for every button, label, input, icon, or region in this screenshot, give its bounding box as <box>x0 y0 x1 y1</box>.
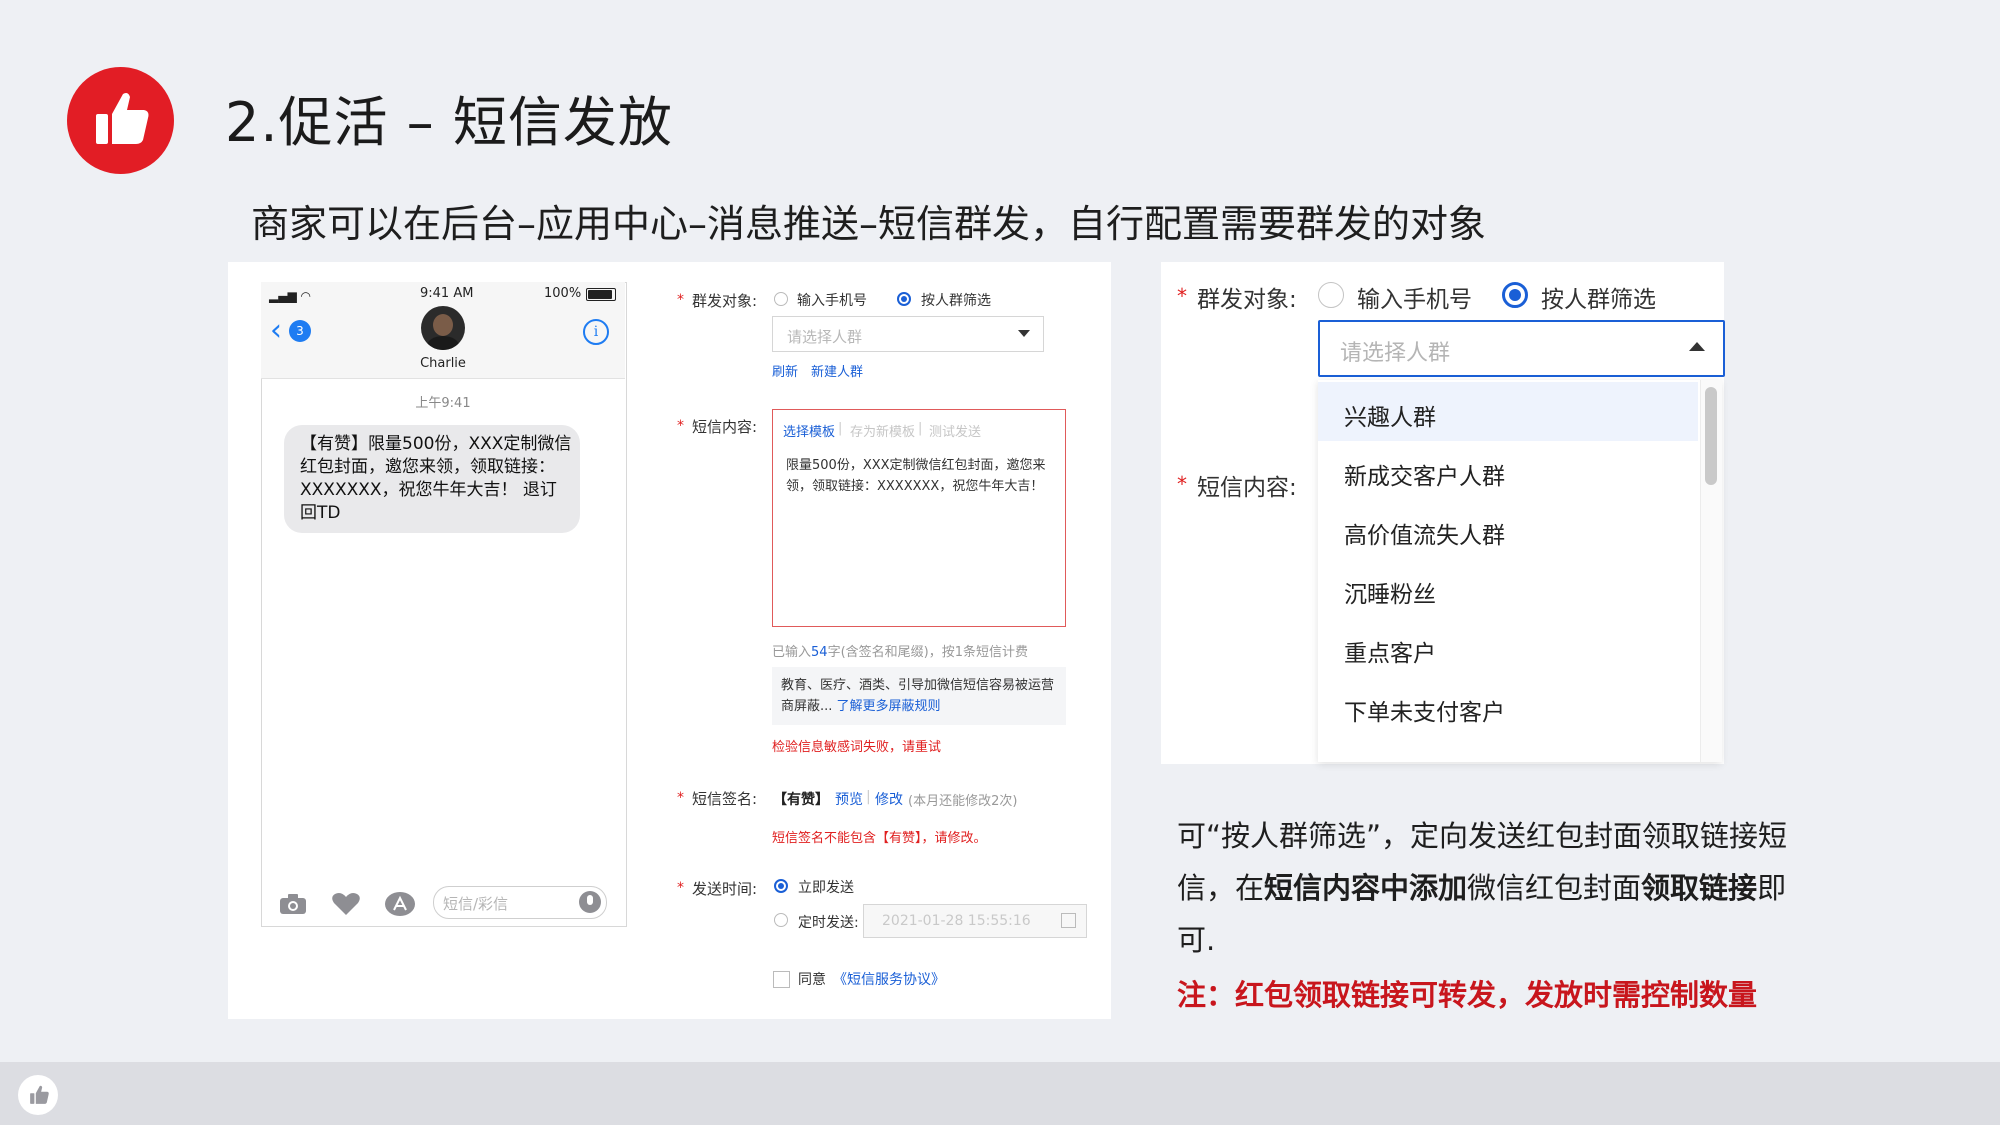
thumbs-up-icon <box>30 1085 49 1104</box>
agree-label: 同意 <box>798 972 826 988</box>
microphone-icon[interactable] <box>579 891 601 913</box>
required-asterisk: * <box>677 880 684 896</box>
signal-wifi-icon: ▂▄▆ ◠ <box>269 289 311 303</box>
page-title: 2.促活 – 短信发放 <box>225 91 673 154</box>
choose-template-link[interactable]: 选择模板 <box>783 421 835 440</box>
send-time-label: 发送时间: <box>692 880 758 898</box>
sms-content-text: 限量500份，XXX定制微信红包封面，邀您来领，领取链接：XXXXXXX，祝您牛… <box>786 458 1046 494</box>
thumbs-up-logo <box>67 67 174 174</box>
r-radio-phone-label: 输入手机号 <box>1357 287 1472 313</box>
chevron-down-icon <box>1018 330 1030 337</box>
sms-input-placeholder: 短信/彩信 <box>443 895 509 913</box>
date-placeholder: 2021-01-28 15:55:16 <box>882 913 1031 929</box>
signature-label: 短信签名: <box>692 790 758 808</box>
new-crowd-link[interactable]: 新建人群 <box>811 361 863 380</box>
signature-edit-link[interactable]: 修改 <box>875 789 903 809</box>
radio-scheduled[interactable] <box>774 913 788 927</box>
footer-logo <box>18 1075 58 1115</box>
required-asterisk: * <box>1177 472 1187 496</box>
message-text: 【有赞】限量500份，XXX定制微信红包封面，邀您来领，领取链接：XXXXXXX… <box>300 434 572 523</box>
signature-preview-link[interactable]: 预览 <box>835 789 863 809</box>
app-store-icon[interactable] <box>384 891 416 917</box>
message-time: 上午9:41 <box>415 396 471 411</box>
radio-crowd[interactable] <box>897 292 911 306</box>
unread-badge: 3 <box>289 320 311 342</box>
info-icon[interactable]: i <box>583 319 609 345</box>
dropdown-scroll-thumb[interactable] <box>1705 387 1717 485</box>
r-crowd-select-placeholder: 请选择人群 <box>1340 341 1451 366</box>
signature-value: 【有赞】 <box>773 792 829 808</box>
signature-error: 短信签名不能包含【有赞】，请修改。 <box>772 831 987 846</box>
sms-content-textarea[interactable] <box>772 409 1066 627</box>
required-asterisk: * <box>677 418 684 434</box>
dropdown-option[interactable]: 新成交客户人群 <box>1318 441 1698 500</box>
r-radio-crowd-label: 按人群筛选 <box>1541 287 1656 313</box>
scheduled-label: 定时发送: <box>798 915 859 931</box>
agreement-link[interactable]: 《短信服务协议》 <box>833 969 945 989</box>
schedule-date-input[interactable]: 2021-01-28 15:55:16 <box>863 904 1087 938</box>
dropdown-option[interactable]: 高价值流失人群 <box>1318 500 1698 559</box>
page-subtitle: 商家可以在后台–应用中心–消息推送–短信群发，自行配置需要群发的对象 <box>251 202 1487 246</box>
calendar-icon <box>1061 913 1076 928</box>
dropdown-option[interactable]: 沉睡粉丝 <box>1318 559 1698 618</box>
r-content-label: 短信内容: <box>1197 475 1297 501</box>
refresh-link[interactable]: 刷新 <box>772 361 798 380</box>
digital-touch-heart-icon[interactable] <box>331 891 361 917</box>
target-label: 群发对象: <box>692 292 758 310</box>
crowd-select-placeholder: 请选择人群 <box>787 328 863 346</box>
radio-crowd-label: 按人群筛选 <box>921 293 991 309</box>
note-text: 注：红包领取链接可转发，发放时需控制数量 <box>1177 978 1758 1012</box>
signature-remaining: (本月还能修改2次) <box>908 794 1018 809</box>
required-asterisk: * <box>677 790 684 806</box>
crowd-select[interactable]: 请选择人群 <box>772 316 1044 352</box>
thumbs-up-icon <box>96 93 149 144</box>
content-label: 短信内容: <box>692 418 758 436</box>
shield-rules-link[interactable]: 了解更多屏蔽规则 <box>837 699 941 714</box>
required-asterisk: * <box>1177 284 1187 308</box>
explanation-text: 可“按人群筛选”，定向发送红包封面领取链接短信，在短信内容中添加微信红包封面领取… <box>1177 819 1788 957</box>
crowd-dropdown: 兴趣人群 新成交客户人群 高价值流失人群 沉睡粉丝 重点客户 下单未支付客户 <box>1318 380 1721 762</box>
battery-percent: 100% <box>544 286 582 301</box>
r-radio-crowd[interactable] <box>1502 282 1528 308</box>
status-time: 9:41 AM <box>420 286 474 301</box>
radio-phone[interactable] <box>774 292 788 306</box>
test-send-link[interactable]: 测试发送 <box>929 421 981 440</box>
chevron-up-icon <box>1689 342 1705 351</box>
r-target-label: 群发对象: <box>1197 287 1297 313</box>
dropdown-option[interactable]: 重点客户 <box>1318 618 1698 677</box>
required-asterisk: * <box>677 292 684 308</box>
radio-phone-label: 输入手机号 <box>797 293 867 309</box>
back-chevron-icon[interactable]: ‹ <box>270 316 282 346</box>
footer-bar <box>0 1062 2000 1125</box>
save-template-link[interactable]: 存为新模板 <box>850 421 915 440</box>
dropdown-option[interactable]: 下单未支付客户 <box>1318 677 1698 736</box>
r-crowd-select[interactable]: 请选择人群 <box>1318 320 1725 377</box>
sensitive-check-error: 检验信息敏感词失败，请重试 <box>772 740 942 755</box>
char-count: 已输入54字(含签名和尾缀)，按1条短信计费 <box>772 645 1028 660</box>
r-radio-phone[interactable] <box>1318 282 1344 308</box>
agree-checkbox[interactable] <box>773 971 790 988</box>
send-now-label: 立即发送 <box>798 880 854 896</box>
battery-icon <box>586 288 616 301</box>
tip-text: 教育、医疗、酒类、引导加微信短信容易被运营商屏蔽... 了解更多屏蔽规则 <box>781 678 1055 714</box>
radio-send-now[interactable] <box>774 879 788 893</box>
camera-icon[interactable] <box>279 893 307 915</box>
avatar <box>421 306 465 350</box>
contact-name: Charlie <box>420 356 466 371</box>
dropdown-option[interactable]: 兴趣人群 <box>1318 382 1698 441</box>
